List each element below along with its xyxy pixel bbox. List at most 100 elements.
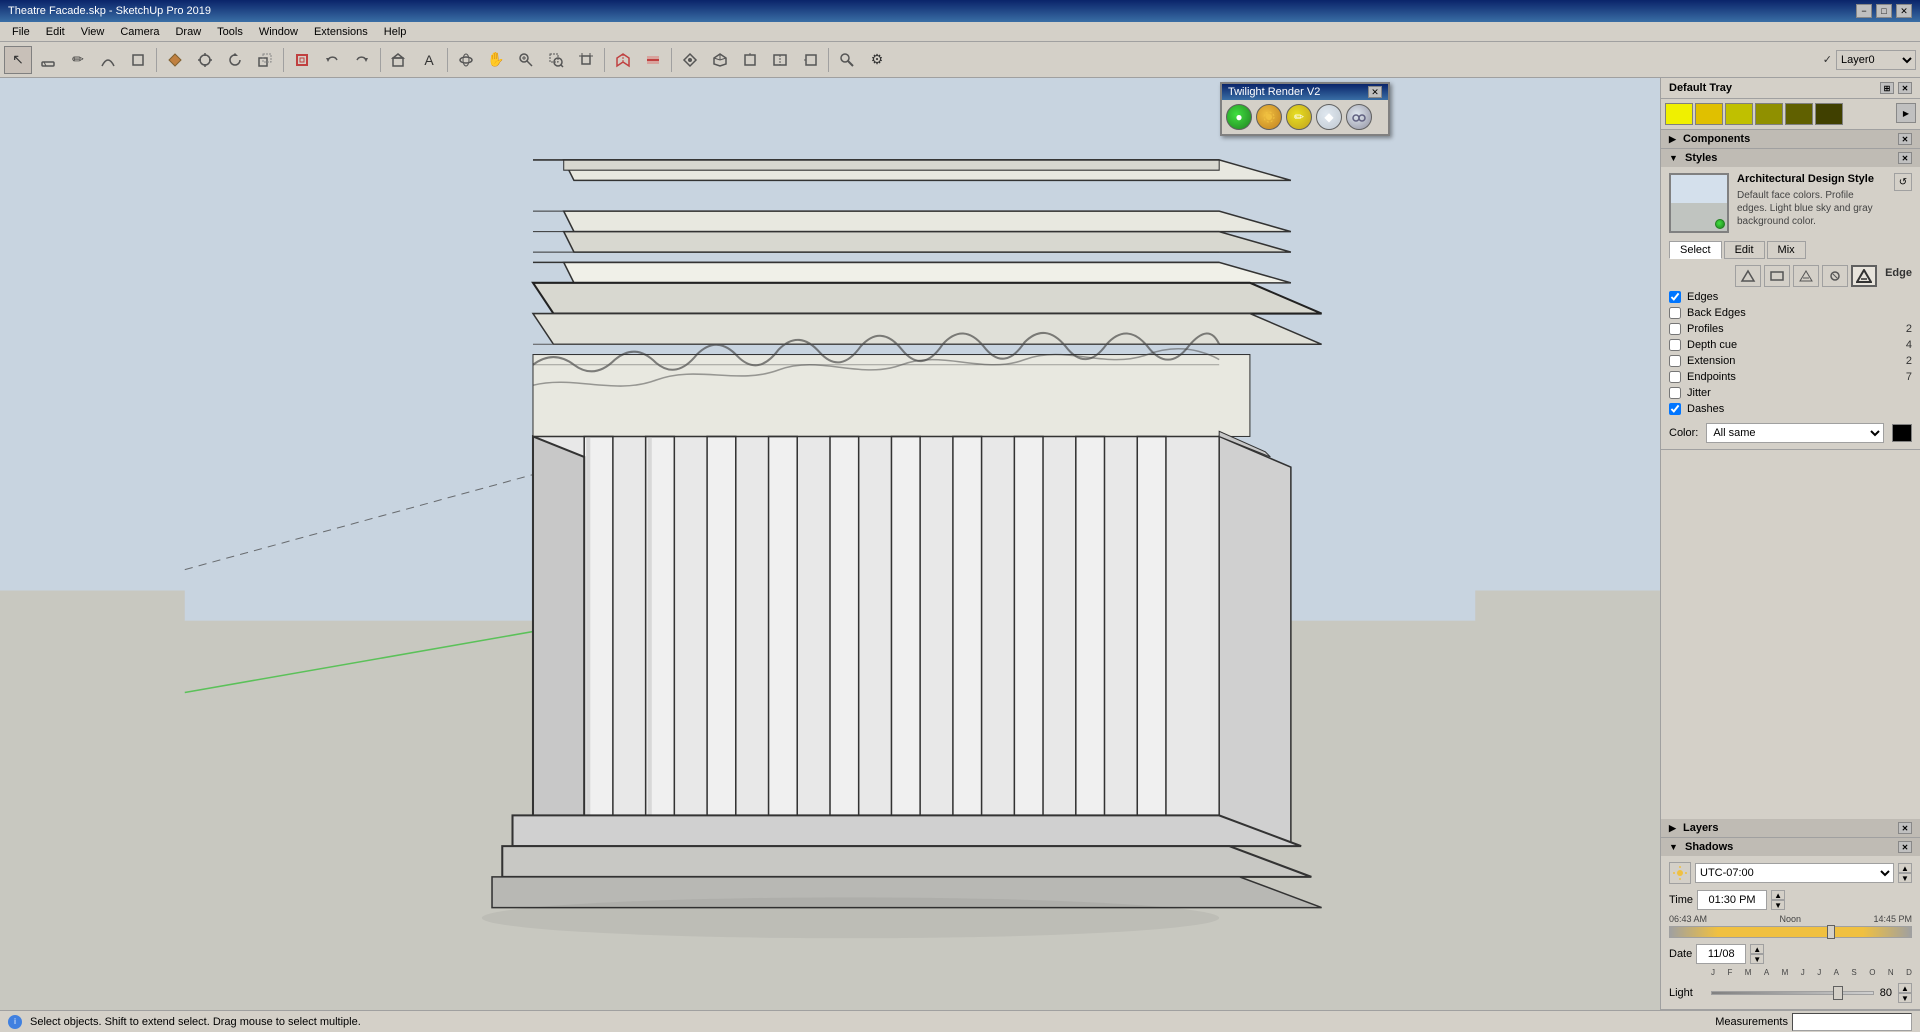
tab-edit[interactable]: Edit	[1724, 241, 1765, 259]
redo-button[interactable]	[348, 46, 376, 74]
offset-button[interactable]	[288, 46, 316, 74]
move-button[interactable]	[191, 46, 219, 74]
time-input[interactable]	[1697, 890, 1767, 910]
viewport[interactable]: Twilight Render V2 ✕ ● ✏ ◆	[0, 78, 1660, 1010]
edge-face2-icon[interactable]	[1764, 265, 1790, 287]
styles-close-btn[interactable]: ✕	[1898, 152, 1912, 164]
swatches-arrow-btn[interactable]: ▶	[1896, 103, 1916, 123]
date-input[interactable]	[1696, 944, 1746, 964]
swatch-2[interactable]	[1695, 103, 1723, 125]
orbit-button[interactable]	[452, 46, 480, 74]
twilight-view-button[interactable]	[1346, 104, 1372, 130]
eraser-button[interactable]	[34, 46, 62, 74]
zoom-window-button[interactable]	[542, 46, 570, 74]
zoom-extents-button[interactable]	[572, 46, 600, 74]
twilight-material-button[interactable]: ◆	[1316, 104, 1342, 130]
time-slider-track[interactable]	[1669, 926, 1912, 938]
styles-section-header[interactable]: ▼ Styles ✕	[1661, 149, 1920, 167]
time-up-btn[interactable]: ▲	[1771, 890, 1785, 900]
swatch-5[interactable]	[1785, 103, 1813, 125]
light-slider[interactable]	[1711, 991, 1874, 995]
twilight-sun-button[interactable]	[1256, 104, 1282, 130]
maximize-button[interactable]: □	[1876, 4, 1892, 18]
settings-button[interactable]: ⚙	[863, 46, 891, 74]
components-section-header[interactable]: ▶ Components ✕	[1661, 130, 1920, 148]
tray-close-button[interactable]: ✕	[1898, 82, 1912, 94]
light-down-btn[interactable]: ▼	[1898, 993, 1912, 1003]
style-refresh-button[interactable]: ↺	[1894, 173, 1912, 191]
minimize-button[interactable]: −	[1856, 4, 1872, 18]
timezone-down-btn[interactable]: ▼	[1898, 873, 1912, 883]
menu-view[interactable]: View	[73, 24, 113, 40]
date-down-btn[interactable]: ▼	[1750, 954, 1764, 964]
menu-edit[interactable]: Edit	[38, 24, 73, 40]
undo-button[interactable]	[318, 46, 346, 74]
top-view-button[interactable]	[736, 46, 764, 74]
layers-close-btn[interactable]: ✕	[1898, 822, 1912, 834]
swatch-1[interactable]	[1665, 103, 1693, 125]
twilight-close-button[interactable]: ✕	[1368, 86, 1382, 98]
edge-edge-icon[interactable]	[1851, 265, 1877, 287]
color-swatch-small[interactable]	[1892, 424, 1912, 442]
timezone-up-btn[interactable]: ▲	[1898, 863, 1912, 873]
layers-section-header[interactable]: ▶ Layers ✕	[1661, 819, 1920, 837]
jitter-checkbox[interactable]	[1669, 387, 1681, 399]
menu-help[interactable]: Help	[376, 24, 415, 40]
endpoints-checkbox[interactable]	[1669, 371, 1681, 383]
shadow-sun-button[interactable]	[1669, 862, 1691, 884]
component-button[interactable]	[385, 46, 413, 74]
search-button[interactable]	[833, 46, 861, 74]
edges-checkbox[interactable]	[1669, 291, 1681, 303]
dashes-checkbox[interactable]	[1669, 403, 1681, 415]
shadows-close-btn[interactable]: ✕	[1898, 841, 1912, 853]
pencil-button[interactable]: ✏	[64, 46, 92, 74]
right-view-button[interactable]	[796, 46, 824, 74]
display-section-button[interactable]	[639, 46, 667, 74]
zoom-button[interactable]	[512, 46, 540, 74]
twilight-edit-button[interactable]: ✏	[1286, 104, 1312, 130]
swatch-3[interactable]	[1725, 103, 1753, 125]
menu-extensions[interactable]: Extensions	[306, 24, 376, 40]
edge-texture-icon[interactable]	[1793, 265, 1819, 287]
push-pull-button[interactable]	[161, 46, 189, 74]
menu-window[interactable]: Window	[251, 24, 306, 40]
profiles-checkbox[interactable]	[1669, 323, 1681, 335]
date-up-btn[interactable]: ▲	[1750, 944, 1764, 954]
light-up-btn[interactable]: ▲	[1898, 983, 1912, 993]
menu-draw[interactable]: Draw	[167, 24, 209, 40]
arc-button[interactable]	[94, 46, 122, 74]
components-close-btn[interactable]: ✕	[1898, 133, 1912, 145]
back-edges-checkbox[interactable]	[1669, 307, 1681, 319]
text-button[interactable]: A	[415, 46, 443, 74]
color-dropdown[interactable]: All same By material By axis	[1706, 423, 1884, 443]
views-button[interactable]	[676, 46, 704, 74]
close-button[interactable]: ✕	[1896, 4, 1912, 18]
twilight-render-button[interactable]: ●	[1226, 104, 1252, 130]
time-down-btn[interactable]: ▼	[1771, 900, 1785, 910]
tab-mix[interactable]: Mix	[1767, 241, 1806, 259]
select-tool-button[interactable]: ↖	[4, 46, 32, 74]
iso-view-button[interactable]	[706, 46, 734, 74]
shadows-section-header[interactable]: ▼ Shadows ✕	[1661, 838, 1920, 856]
edge-opacity-icon[interactable]	[1822, 265, 1848, 287]
time-slider-thumb[interactable]	[1827, 925, 1835, 939]
swatch-6[interactable]	[1815, 103, 1843, 125]
extension-checkbox[interactable]	[1669, 355, 1681, 367]
section-plane-button[interactable]	[609, 46, 637, 74]
scale-button[interactable]	[251, 46, 279, 74]
tray-options-button[interactable]: ⊞	[1880, 82, 1894, 94]
front-view-button[interactable]	[766, 46, 794, 74]
pan-button[interactable]: ✋	[482, 46, 510, 74]
measurements-box[interactable]	[1792, 1013, 1912, 1031]
edge-face-icon[interactable]	[1735, 265, 1761, 287]
depth-cue-checkbox[interactable]	[1669, 339, 1681, 351]
menu-camera[interactable]: Camera	[112, 24, 167, 40]
shape-button[interactable]	[124, 46, 152, 74]
rotate-button[interactable]	[221, 46, 249, 74]
menu-tools[interactable]: Tools	[209, 24, 251, 40]
layer-dropdown[interactable]: Layer0	[1836, 50, 1916, 70]
menu-file[interactable]: File	[4, 24, 38, 40]
tab-select[interactable]: Select	[1669, 241, 1722, 259]
swatch-4[interactable]	[1755, 103, 1783, 125]
timezone-dropdown[interactable]: UTC-07:00	[1695, 863, 1894, 883]
